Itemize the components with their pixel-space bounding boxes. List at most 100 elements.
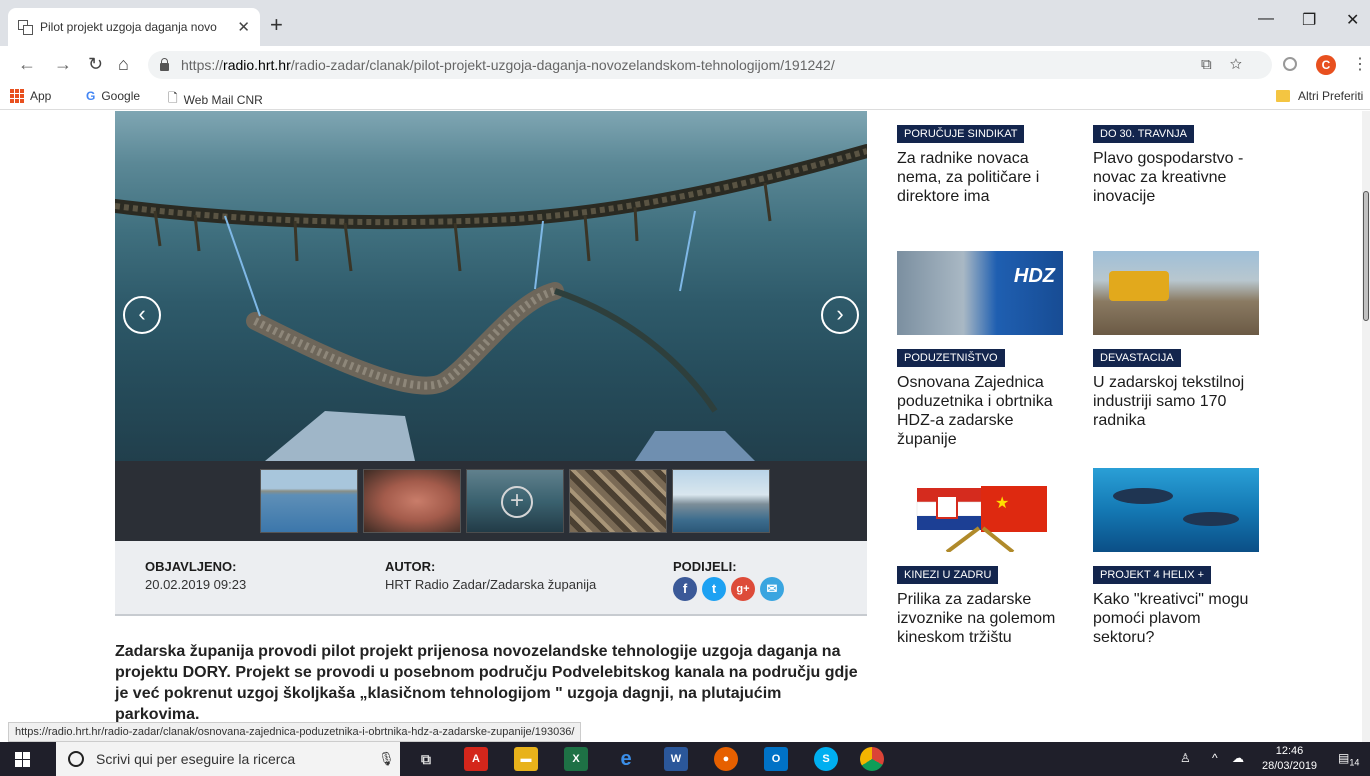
firefox-icon[interactable]: ● [714,747,738,771]
profile-avatar[interactable]: C [1316,55,1336,75]
web-page: ‹ › + OBJAVLJENO: 20.02.2019 09:23 AUTOR… [0,111,1362,742]
edge-icon[interactable]: e [614,747,638,771]
cortana-icon [68,751,84,767]
tab-close-icon[interactable]: ✕ [237,18,250,36]
gallery-thumbnail[interactable] [260,469,358,533]
author-label: AUTOR [385,559,431,574]
related-article-title[interactable]: Plavo gospodarstvo - novac za kreativne … [1093,149,1259,206]
google-icon: G [86,89,96,103]
page-scrollbar[interactable] [1362,111,1370,742]
scrollbar-thumb[interactable] [1363,191,1369,321]
status-bar-url: https://radio.hrt.hr/radio-zadar/clanak/… [8,722,582,742]
bookmark-apps[interactable]: App [10,89,51,103]
page-favicon-icon [18,20,33,35]
notifications-icon[interactable]: ▤14 [1338,751,1359,767]
related-article-card[interactable]: ★ KINEZI U ZADRU Prilika za zadarske izv… [897,468,1063,647]
browser-tab[interactable]: Pilot projekt uzgoja daganja novo ✕ [8,8,260,46]
taskbar-clock[interactable]: 12:46 28/03/2019 [1262,744,1317,774]
chrome-icon[interactable] [860,747,884,771]
related-article-card[interactable]: HDZ PODUZETNIŠTVO Osnovana Zajednica pod… [897,251,1063,449]
related-article-title[interactable]: Kako "kreativci" mogu pomoći plavom sekt… [1093,590,1259,647]
related-article-tag[interactable]: DO 30. TRAVNJA [1093,125,1195,143]
related-article-card[interactable]: PORUČUJE SINDIKAT Za radnike novaca nema… [897,111,1063,206]
gallery-main-image[interactable]: ‹ › [115,111,867,461]
zoom-plus-icon[interactable]: + [501,486,533,518]
hdz-logo: HDZ [1013,265,1055,287]
twitter-icon[interactable]: t [702,577,726,601]
related-article-title[interactable]: U zadarskoj tekstilnoj industriji samo 1… [1093,373,1259,430]
tray-chevron-icon[interactable]: ^ [1212,751,1218,765]
acrobat-icon[interactable]: A [464,747,488,771]
author-name: HRT Radio Zadar/Zadarska županija [385,577,597,592]
word-icon[interactable]: W [664,747,688,771]
related-article-image[interactable] [1093,251,1259,335]
related-article-tag[interactable]: DEVASTACIJA [1093,349,1181,367]
facebook-icon[interactable]: f [673,577,697,601]
back-icon[interactable]: ← [18,54,36,75]
url-path: /radio-zadar/clanak/pilot-projekt-uzgoja… [290,57,835,73]
windows-taskbar: Scrivi qui per eseguire la ricerca 🎙 ⧉ A… [0,742,1370,776]
outlook-icon[interactable]: O [764,747,788,771]
related-article-image[interactable]: ★ [897,468,1063,552]
share-buttons: f t g+ ✉ [673,577,784,601]
windows-start-icon[interactable] [15,752,30,767]
gallery-thumbnail-active[interactable]: + [466,469,564,533]
taskbar-search[interactable]: Scrivi qui per eseguire la ricerca [56,742,400,776]
forward-icon[interactable]: → [54,54,72,75]
extension-icon[interactable] [1283,57,1297,71]
related-article-title[interactable]: Za radnike novaca nema, za političare i … [897,149,1063,206]
article-lead: Zadarska županija provodi pilot projekt … [115,643,858,723]
microphone-icon[interactable]: 🎙 [378,751,395,767]
window-close-icon[interactable]: ✕ [1346,10,1359,30]
minimize-icon[interactable]: — [1258,10,1274,28]
notification-count: 14 [1349,757,1360,768]
gallery-prev-button[interactable]: ‹ [123,296,161,334]
apps-grid-icon [10,89,24,103]
related-article-title[interactable]: Prilika za zadarske izvoznike na golemom… [897,590,1063,647]
gallery-thumbnail[interactable] [672,469,770,533]
people-icon[interactable]: ♙ [1180,751,1191,765]
clock-date: 28/03/2019 [1262,760,1318,772]
related-article-card[interactable]: PROJEKT 4 HELIX + Kako "kreativci" mogu … [1093,468,1259,647]
url-scheme: https:// [181,57,224,73]
related-article-image[interactable] [1093,468,1259,552]
related-article-tag[interactable]: PODUZETNIŠTVO [897,349,1005,367]
task-view-icon[interactable]: ⧉ [414,747,438,771]
related-article-tag[interactable]: PROJEKT 4 HELIX + [1093,566,1212,584]
address-bar[interactable]: https://radio.hrt.hr/radio-zadar/clanak/… [148,51,1272,79]
tuna-shape [1113,488,1173,504]
related-article-tag[interactable]: KINEZI U ZADRU [897,566,999,584]
related-article-tag[interactable]: PORUČUJE SINDIKAT [897,125,1025,143]
bookmark-label: Web Mail CNR [183,92,263,107]
email-icon[interactable]: ✉ [760,577,784,601]
related-article-card[interactable]: DO 30. TRAVNJA Plavo gospodarstvo - nova… [1093,111,1259,206]
other-bookmarks[interactable]: Altri Preferiti [1276,89,1363,103]
file-explorer-icon[interactable]: ▬ [514,747,538,771]
reload-icon[interactable]: ↻ [88,54,103,75]
bookmark-google[interactable]: G Google [86,89,140,103]
tab-strip: Pilot projekt uzgoja daganja novo ✕ + — … [0,0,1370,46]
related-article-image[interactable]: HDZ [897,251,1063,335]
translate-icon[interactable]: ⧉ [1201,56,1230,73]
bookmark-webmail[interactable]: 🗋 Web Mail CNR [168,89,263,110]
onedrive-icon[interactable]: ☁ [1232,751,1244,765]
restore-icon[interactable]: ❐ [1302,10,1316,30]
related-article-card[interactable]: DEVASTACIJA U zadarskoj tekstilnoj indus… [1093,251,1259,430]
browser-toolbar: ← → ↻ ⌂ https://radio.hrt.hr/radio-zadar… [0,46,1370,84]
bookmark-label: App [30,89,52,103]
menu-kebab-icon[interactable]: ⋮ [1352,54,1368,74]
clock-time: 12:46 [1275,745,1304,757]
gallery-thumbnail[interactable] [363,469,461,533]
url-host: radio.hrt.hr [223,57,291,73]
bookmark-star-icon[interactable]: ☆ [1230,56,1260,73]
home-icon[interactable]: ⌂ [118,54,129,75]
tuna-shape [1183,512,1239,526]
skype-icon[interactable]: S [814,747,838,771]
related-article-title[interactable]: Osnovana Zajednica poduzetnika i obrtnik… [897,373,1063,449]
new-tab-button[interactable]: + [270,14,283,36]
excel-icon[interactable]: X [564,747,588,771]
excavator-shape [1109,271,1169,301]
google-plus-icon[interactable]: g+ [731,577,755,601]
gallery-next-button[interactable]: › [821,296,859,334]
gallery-thumbnail[interactable] [569,469,667,533]
